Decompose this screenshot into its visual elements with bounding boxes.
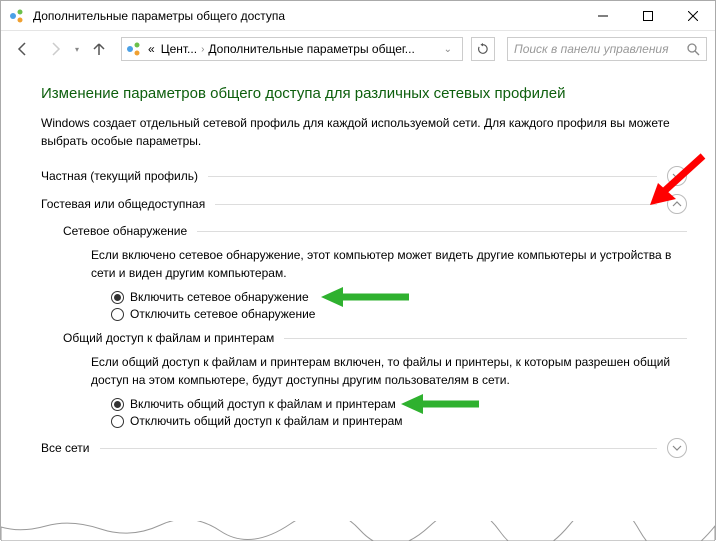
chevron-down-icon[interactable] <box>667 438 687 458</box>
close-button[interactable] <box>670 1 715 31</box>
file-sharing-radio-group: Включить общий доступ к файлам и принтер… <box>111 397 687 428</box>
nav-up-button[interactable] <box>85 35 113 63</box>
breadcrumb-chevrons[interactable]: « <box>148 42 155 56</box>
profile-all-title: Все сети <box>41 441 90 455</box>
refresh-button[interactable] <box>471 37 495 61</box>
minimize-button[interactable] <box>580 1 625 31</box>
chevron-down-icon[interactable] <box>667 166 687 186</box>
breadcrumb-bar[interactable]: « Цент... › Дополнительные параметры общ… <box>121 37 463 61</box>
radio-discovery-off[interactable]: Отключить сетевое обнаружение <box>111 307 687 321</box>
network-discovery-title: Сетевое обнаружение <box>63 224 187 238</box>
profile-private-header[interactable]: Частная (текущий профиль) <box>41 166 687 186</box>
maximize-button[interactable] <box>625 1 670 31</box>
breadcrumb-item[interactable]: Цент... <box>161 42 197 56</box>
file-sharing-title: Общий доступ к файлам и принтерам <box>63 331 274 345</box>
profile-private-title: Частная (текущий профиль) <box>41 169 198 183</box>
file-sharing-section: Общий доступ к файлам и принтерам Если о… <box>63 331 687 428</box>
titlebar: Дополнительные параметры общего доступа <box>1 1 715 31</box>
sharing-icon <box>126 41 142 57</box>
network-discovery-description: Если включено сетевое обнаружение, этот … <box>91 246 687 282</box>
nav-history-dropdown[interactable]: ▾ <box>73 45 81 54</box>
window-title: Дополнительные параметры общего доступа <box>33 9 580 23</box>
navbar: ▾ « Цент... › Дополнительные параметры о… <box>1 31 715 67</box>
divider <box>208 176 657 177</box>
search-icon <box>686 42 700 56</box>
divider <box>284 338 687 339</box>
breadcrumb-item[interactable]: Дополнительные параметры общег... <box>208 42 414 56</box>
window-controls <box>580 1 715 30</box>
nav-back-button[interactable] <box>9 35 37 63</box>
radio-icon <box>111 308 124 321</box>
divider <box>100 448 658 449</box>
search-placeholder: Поиск в панели управления <box>514 42 686 56</box>
search-input[interactable]: Поиск в панели управления <box>507 37 707 61</box>
radio-icon <box>111 291 124 304</box>
breadcrumb-dropdown[interactable]: ⌄ <box>438 44 458 55</box>
section-header: Сетевое обнаружение <box>63 224 687 238</box>
network-discovery-section: Сетевое обнаружение Если включено сетево… <box>63 224 687 321</box>
divider <box>215 204 657 205</box>
section-header: Общий доступ к файлам и принтерам <box>63 331 687 345</box>
chevron-up-icon[interactable] <box>667 194 687 214</box>
breadcrumb-separator: › <box>197 44 208 55</box>
radio-icon <box>111 415 124 428</box>
radio-sharing-off[interactable]: Отключить общий доступ к файлам и принте… <box>111 414 687 428</box>
profile-guest-header[interactable]: Гостевая или общедоступная <box>41 194 687 214</box>
page-description: Windows создает отдельный сетевой профил… <box>41 114 687 150</box>
file-sharing-description: Если общий доступ к файлам и принтерам в… <box>91 353 687 389</box>
page-title: Изменение параметров общего доступа для … <box>41 85 687 102</box>
radio-label: Включить сетевое обнаружение <box>130 290 309 304</box>
radio-sharing-on[interactable]: Включить общий доступ к файлам и принтер… <box>111 397 687 411</box>
radio-icon <box>111 398 124 411</box>
radio-label: Включить общий доступ к файлам и принтер… <box>130 397 396 411</box>
nav-forward-button[interactable] <box>41 35 69 63</box>
torn-edge <box>1 521 715 541</box>
profile-guest-title: Гостевая или общедоступная <box>41 197 205 211</box>
divider <box>197 231 687 232</box>
radio-label: Отключить общий доступ к файлам и принте… <box>130 414 403 428</box>
sharing-icon <box>9 8 25 24</box>
content-area: Изменение параметров общего доступа для … <box>1 67 715 474</box>
network-discovery-radio-group: Включить сетевое обнаружение Отключить с… <box>111 290 687 321</box>
profile-all-header[interactable]: Все сети <box>41 438 687 458</box>
radio-discovery-on[interactable]: Включить сетевое обнаружение <box>111 290 687 304</box>
radio-label: Отключить сетевое обнаружение <box>130 307 315 321</box>
